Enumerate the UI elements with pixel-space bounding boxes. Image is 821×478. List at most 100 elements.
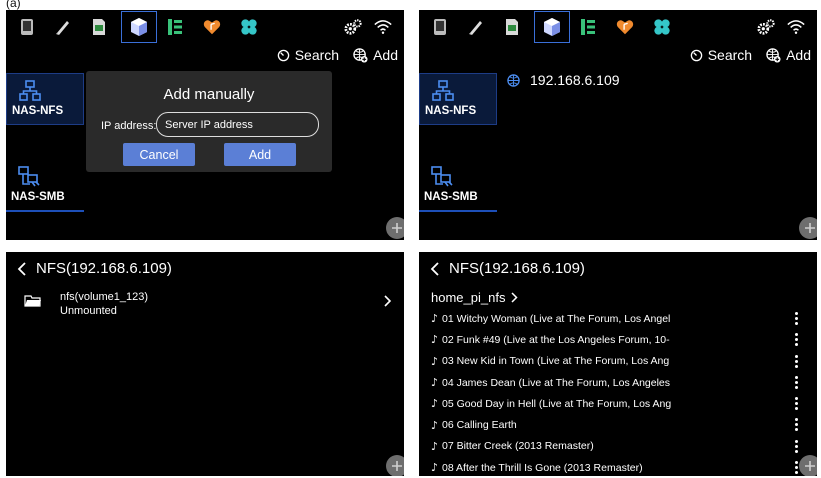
list-item[interactable]: ♪ 01 Witchy Woman (Live at The Forum, Lo… <box>431 308 805 329</box>
track-title: 06 Calling Earth <box>442 419 517 432</box>
add-button[interactable]: Add <box>766 47 811 63</box>
figure-label: (a) <box>6 0 21 10</box>
panel-share-list: NFS(192.168.6.109) nfs(volume1_123) Unmo… <box>6 252 404 476</box>
music-note-icon: ♪ <box>431 397 439 411</box>
track-title: 05 Good Day in Hell (Live at The Forum, … <box>442 397 672 410</box>
add-fab[interactable] <box>386 455 404 476</box>
sidebar-item-nas-nfs[interactable]: NAS-NFS <box>419 73 497 125</box>
sd-card-icon[interactable] <box>90 18 108 36</box>
sidebar-item-label: NAS-NFS <box>12 105 64 117</box>
add-fab[interactable] <box>799 455 817 476</box>
track-title: 02 Funk #49 (Live at the Los Angeles For… <box>442 333 670 346</box>
list-item[interactable]: ♪ 08 After the Thrill Is Gone (2013 Rema… <box>431 457 805 476</box>
list-item[interactable]: ♪ 05 Good Day in Hell (Live at The Forum… <box>431 393 805 414</box>
plus-icon <box>392 223 402 233</box>
panel-server-list: Search Add NAS-NFS NAS-SMB 192.168.6.109 <box>419 10 817 240</box>
list-item[interactable]: ♪ 06 Calling Earth <box>431 414 805 435</box>
clover-icon[interactable] <box>240 18 258 36</box>
cancel-button[interactable]: Cancel <box>123 143 195 166</box>
action-bar: Search Add <box>690 46 811 64</box>
network-icon <box>18 166 40 187</box>
search-button[interactable]: Search <box>690 47 752 63</box>
gears-icon[interactable] <box>757 18 775 36</box>
more-vertical-icon[interactable] <box>795 312 799 325</box>
sidebar-item-label: NAS-NFS <box>425 105 477 117</box>
track-list: ♪ 01 Witchy Woman (Live at The Forum, Lo… <box>431 308 805 476</box>
add-label: Add <box>373 47 398 63</box>
add-fab[interactable] <box>386 217 404 239</box>
share-list-item[interactable]: nfs(volume1_123) Unmounted <box>16 289 396 323</box>
globe-icon <box>353 47 368 63</box>
search-button[interactable]: Search <box>277 47 339 63</box>
phone-icon[interactable] <box>18 18 36 36</box>
add-confirm-button[interactable]: Add <box>224 143 296 166</box>
phone-icon[interactable] <box>431 18 449 36</box>
heart-music-icon[interactable] <box>616 18 634 36</box>
list-icon[interactable] <box>579 18 597 36</box>
add-fab[interactable] <box>799 217 817 239</box>
plus-icon <box>392 461 402 471</box>
music-note-icon: ♪ <box>431 354 439 368</box>
track-title: 03 New Kid in Town (Live at The Forum, L… <box>442 355 670 368</box>
add-button[interactable]: Add <box>353 47 398 63</box>
music-note-icon: ♪ <box>431 333 439 347</box>
music-note-icon: ♪ <box>431 312 439 326</box>
list-icon[interactable] <box>166 18 184 36</box>
list-item[interactable]: ♪ 07 Bitter Creek (2013 Remaster) <box>431 436 805 457</box>
cube-icon[interactable] <box>130 18 148 36</box>
panel-add-manually: Search Add NAS-NFS NAS-SMB Add manually … <box>6 10 404 240</box>
sidebar-item-nas-nfs[interactable]: NAS-NFS <box>6 73 84 125</box>
nav-underline <box>419 210 497 212</box>
more-vertical-icon[interactable] <box>795 375 799 389</box>
sd-card-icon[interactable] <box>503 18 521 36</box>
server-list-item[interactable]: 192.168.6.109 <box>507 72 620 88</box>
back-chevron-icon[interactable] <box>429 261 441 276</box>
list-item[interactable]: ♪ 04 James Dean (Live at The Forum, Los … <box>431 372 805 393</box>
music-note-icon: ♪ <box>431 439 439 453</box>
gears-icon[interactable] <box>344 18 362 36</box>
more-vertical-icon[interactable] <box>795 354 799 368</box>
more-vertical-icon[interactable] <box>795 418 799 432</box>
track-title: 07 Bitter Creek (2013 Remaster) <box>442 440 594 453</box>
back-chevron-icon[interactable] <box>16 261 28 276</box>
network-icon <box>431 166 453 187</box>
ip-address-input[interactable] <box>156 112 319 137</box>
list-item[interactable]: ♪ 03 New Kid in Town (Live at The Forum,… <box>431 351 805 372</box>
pencil-icon[interactable] <box>467 18 485 36</box>
wifi-icon[interactable] <box>787 18 805 36</box>
add-label: Add <box>786 47 811 63</box>
server-ip-label: 192.168.6.109 <box>530 72 620 88</box>
sidebar-item-label: NAS-SMB <box>11 191 65 203</box>
track-title: 08 After the Thrill Is Gone (2013 Remast… <box>442 461 643 474</box>
plus-icon <box>805 223 815 233</box>
action-bar: Search Add <box>277 46 398 64</box>
sidebar-item-nas-smb[interactable]: NAS-SMB <box>6 160 84 212</box>
share-name: nfs(volume1_123) <box>60 291 149 303</box>
pencil-icon[interactable] <box>54 18 72 36</box>
cube-icon[interactable] <box>543 18 561 36</box>
list-item[interactable]: ♪ 02 Funk #49 (Live at the Los Angeles F… <box>431 329 805 350</box>
screenshot-root: (a) Search Add NAS-NFS NAS-SMB Add manua… <box>0 0 821 478</box>
page-title: NFS(192.168.6.109) <box>449 260 585 277</box>
breadcrumb[interactable]: home_pi_nfs <box>431 290 519 305</box>
network-icon <box>19 80 41 101</box>
more-vertical-icon[interactable] <box>795 439 799 453</box>
heart-music-icon[interactable] <box>203 18 221 36</box>
more-vertical-icon[interactable] <box>795 333 799 347</box>
panel-track-list: NFS(192.168.6.109) home_pi_nfs ♪ 01 Witc… <box>419 252 817 476</box>
sidebar-item-nas-smb[interactable]: NAS-SMB <box>419 160 497 212</box>
timer-icon <box>277 49 289 61</box>
wifi-icon[interactable] <box>374 18 392 36</box>
app-toolbar <box>6 10 404 44</box>
track-title: 01 Witchy Woman (Live at The Forum, Los … <box>442 312 671 325</box>
music-note-icon: ♪ <box>431 461 439 475</box>
more-vertical-icon[interactable] <box>795 397 799 411</box>
globe-icon <box>507 73 520 87</box>
clover-icon[interactable] <box>653 18 671 36</box>
add-manually-dialog: Add manually IP address: Cancel Add <box>86 71 332 172</box>
chevron-right-icon <box>511 292 519 303</box>
music-note-icon: ♪ <box>431 418 439 432</box>
breadcrumb-folder: home_pi_nfs <box>431 290 506 305</box>
music-note-icon: ♪ <box>431 376 439 390</box>
plus-icon <box>805 461 815 471</box>
